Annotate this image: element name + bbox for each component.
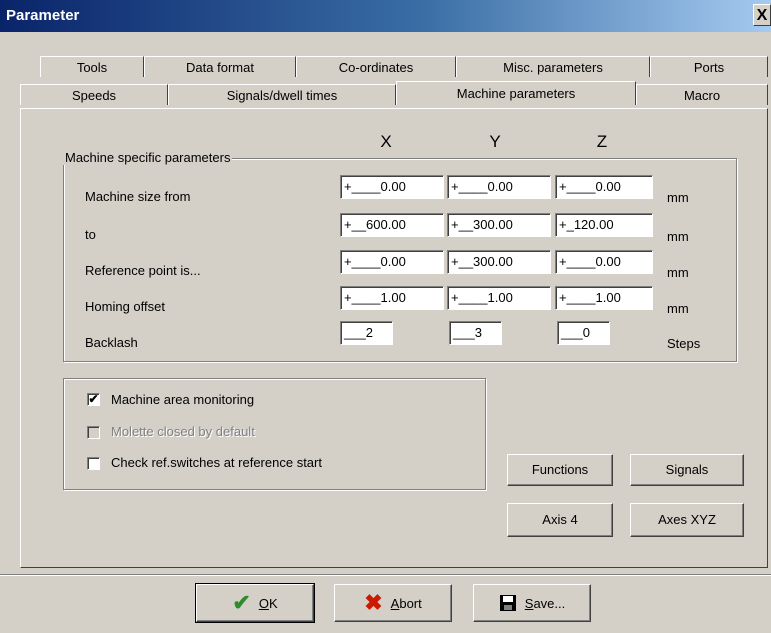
tab-co-ordinates[interactable]: Co-ordinates: [296, 56, 456, 77]
footer-separator: [0, 574, 771, 576]
backlash-x-input[interactable]: ___2: [340, 321, 393, 345]
tab-data-format[interactable]: Data format: [144, 56, 296, 77]
unit-label: mm: [667, 190, 689, 205]
close-button[interactable]: X: [753, 4, 771, 26]
ok-button[interactable]: ✔ OK: [195, 583, 315, 623]
machine-size-to-x-input[interactable]: +__600.00: [340, 213, 444, 237]
homing-offset-label: Homing offset: [85, 299, 165, 314]
molette-closed-checkbox: [87, 426, 100, 439]
machine-size-from-label: Machine size from: [85, 189, 191, 204]
machine-size-from-y-input[interactable]: +____0.00: [447, 175, 551, 199]
reference-point-label: Reference point is...: [85, 263, 201, 278]
save-button[interactable]: Save...: [473, 584, 591, 622]
x-icon: ✖: [364, 590, 383, 615]
reference-point-x-input[interactable]: +____0.00: [340, 250, 444, 274]
backlash-label: Backlash: [85, 335, 138, 350]
tab-signals-dwell-times[interactable]: Signals/dwell times: [168, 84, 396, 105]
check-ref-switches-checkbox[interactable]: [87, 457, 100, 470]
tab-macro[interactable]: Macro: [636, 84, 768, 105]
signals-button[interactable]: Signals: [630, 454, 744, 486]
machine-size-from-z-input[interactable]: +____0.00: [555, 175, 653, 199]
machine-area-monitoring-label[interactable]: Machine area monitoring: [111, 392, 254, 407]
column-header-x: X: [380, 132, 392, 151]
save-label: Save...: [524, 595, 566, 611]
unit-label: mm: [667, 265, 689, 280]
unit-label: mm: [667, 301, 689, 316]
column-header-z: Z: [596, 132, 608, 151]
steps-unit-label: Steps: [667, 336, 701, 351]
reference-point-z-input[interactable]: +____0.00: [555, 250, 653, 274]
machine-area-monitoring-checkbox[interactable]: ✔: [87, 393, 100, 406]
functions-button[interactable]: Functions: [507, 454, 613, 486]
checkmark-icon: ✔: [232, 590, 251, 615]
window-title: Parameter: [6, 7, 80, 24]
abort-label: Abort: [390, 595, 422, 611]
tab-machine-parameters[interactable]: Machine parameters: [396, 81, 636, 105]
machine-size-from-x-input[interactable]: +____0.00: [340, 175, 444, 199]
machine-parameters-group-label: Machine specific parameters: [63, 150, 233, 165]
homing-offset-z-input[interactable]: +____1.00: [555, 286, 653, 310]
backlash-z-input[interactable]: ___0: [557, 321, 610, 345]
abort-button[interactable]: ✖ Abort: [334, 584, 452, 622]
tab-ports[interactable]: Ports: [650, 56, 768, 77]
title-bar: Parameter X: [0, 0, 771, 32]
homing-offset-x-input[interactable]: +____1.00: [340, 286, 444, 310]
axis-4-button[interactable]: Axis 4: [507, 503, 613, 537]
tab-speeds[interactable]: Speeds: [20, 84, 168, 105]
machine-size-to-y-input[interactable]: +__300.00: [447, 213, 551, 237]
tab-misc-parameters[interactable]: Misc. parameters: [456, 56, 650, 77]
floppy-disk-icon: [499, 594, 517, 612]
ok-label: OK: [258, 595, 278, 611]
check-ref-switches-label[interactable]: Check ref.switches at reference start: [111, 455, 322, 470]
backlash-y-input[interactable]: ___3: [449, 321, 502, 345]
tab-tools[interactable]: Tools: [40, 56, 144, 77]
machine-size-to-z-input[interactable]: +_120.00: [555, 213, 653, 237]
homing-offset-y-input[interactable]: +____1.00: [447, 286, 551, 310]
reference-point-y-input[interactable]: +__300.00: [447, 250, 551, 274]
unit-label: mm: [667, 229, 689, 244]
molette-closed-label: Molette closed by default: [111, 424, 255, 439]
column-header-y: Y: [489, 132, 501, 151]
axes-xyz-button[interactable]: Axes XYZ: [630, 503, 744, 537]
machine-size-to-label: to: [85, 227, 96, 242]
